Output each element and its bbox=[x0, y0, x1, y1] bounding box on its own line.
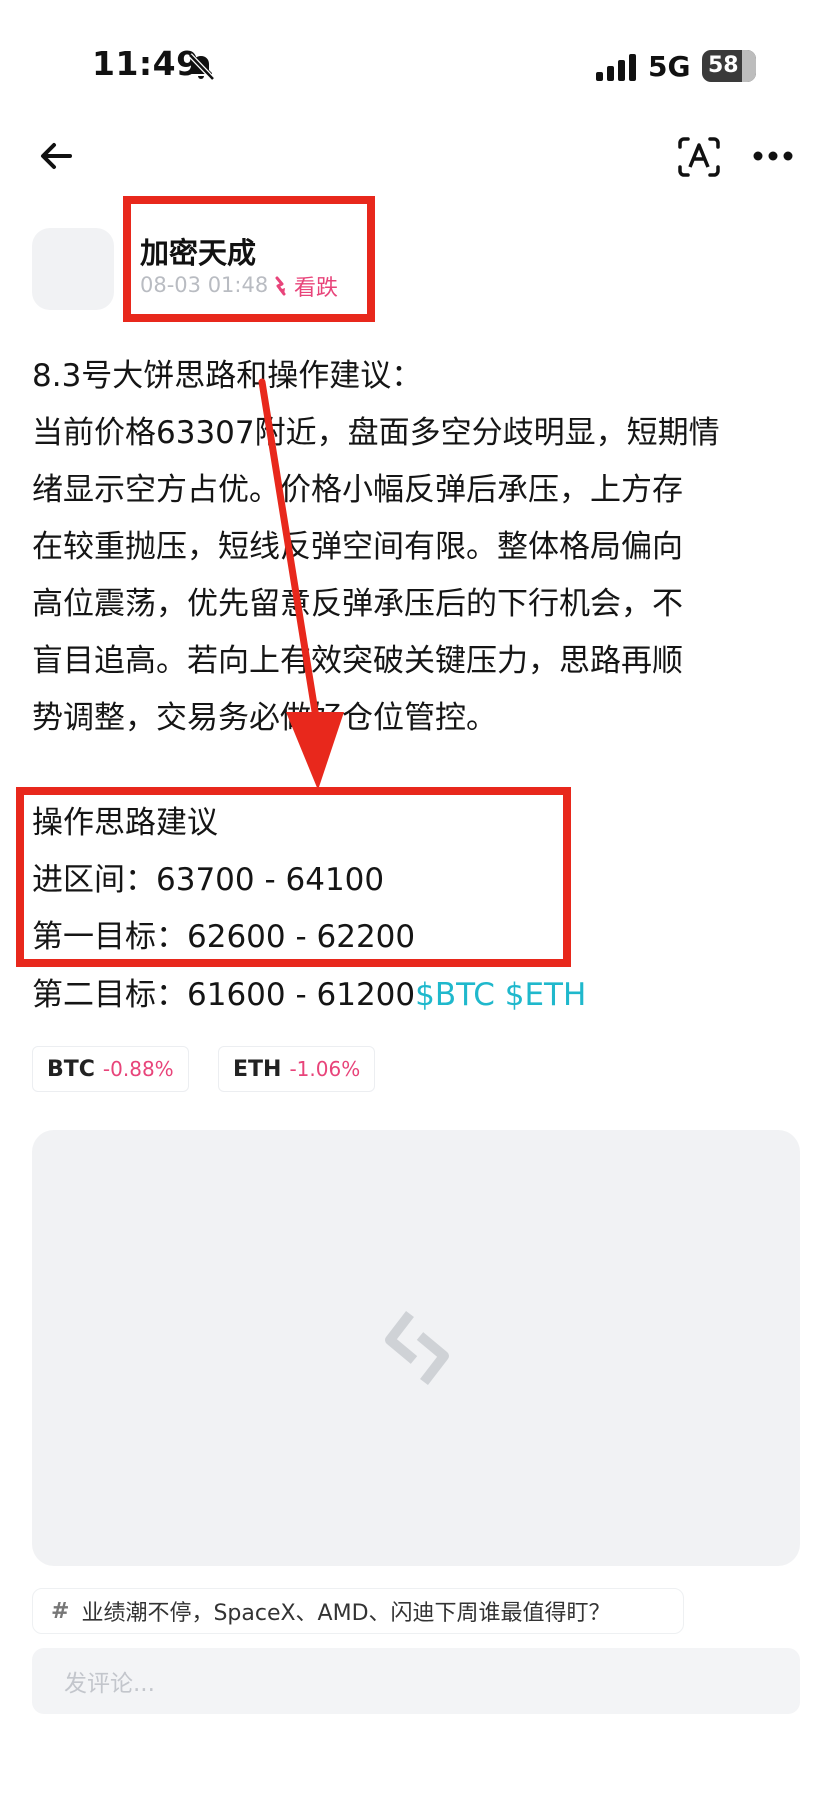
post-line: 势调整，交易务必做好仓位管控。 bbox=[32, 700, 497, 736]
comment-placeholder: 发评论... bbox=[64, 1671, 155, 1697]
network-type: 5G bbox=[648, 50, 691, 83]
post-line: 在较重抛压，短线反弹空间有限。整体格局偏向 bbox=[32, 529, 683, 565]
translate-icon[interactable] bbox=[676, 134, 722, 180]
second-target-line: 第二目标：61600 - 61200$BTC $ETH bbox=[32, 969, 802, 1014]
ticker-change: -0.88% bbox=[102, 1057, 174, 1081]
back-arrow-icon[interactable] bbox=[36, 136, 76, 176]
post-line: 高位震荡，优先留意反弹承压后的下行机会，不 bbox=[32, 586, 683, 622]
post-body: 8.3号大饼思路和操作建议： 当前价格63307附近，盘面多空分歧明显，短期情 … bbox=[32, 348, 802, 747]
brand-logo-icon bbox=[385, 1310, 449, 1386]
avatar[interactable] bbox=[32, 228, 114, 310]
post-line: 当前价格63307附近，盘面多空分歧明显，短期情 bbox=[32, 415, 720, 451]
bell-off-icon bbox=[188, 53, 215, 81]
battery-icon: 58 bbox=[702, 50, 756, 82]
ticker-symbol: ETH bbox=[233, 1056, 282, 1082]
post-line: 绪显示空方占优。价格小幅反弹后承压，上方存 bbox=[32, 472, 683, 508]
annotation-box-author bbox=[123, 196, 375, 322]
hashtag-links[interactable]: $BTC $ETH bbox=[415, 977, 586, 1013]
ticker-symbol: BTC bbox=[47, 1056, 95, 1082]
topic-chip[interactable]: # 业绩潮不停，SpaceX、AMD、闪迪下周谁最值得盯？ bbox=[32, 1588, 684, 1634]
comment-input[interactable]: 发评论... bbox=[32, 1648, 800, 1714]
second-target: 第二目标：61600 - 61200 bbox=[32, 977, 416, 1013]
battery-level: 58 bbox=[708, 53, 739, 78]
hashtag-icon: # bbox=[51, 1598, 70, 1624]
status-time: 11:49 bbox=[92, 44, 200, 83]
more-icon[interactable] bbox=[752, 148, 794, 164]
ticker-chip-btc[interactable]: BTC -0.88% bbox=[32, 1046, 189, 1092]
post-line: 盲目追高。若向上有效突破关键压力，思路再顺 bbox=[32, 643, 683, 679]
topic-text: 业绩潮不停，SpaceX、AMD、闪迪下周谁最值得盯？ bbox=[81, 1601, 611, 1626]
signal-icon bbox=[596, 54, 636, 81]
annotation-box-strategy bbox=[16, 787, 571, 967]
ticker-change: -1.06% bbox=[289, 1057, 361, 1081]
ticker-chip-eth[interactable]: ETH -1.06% bbox=[218, 1046, 376, 1092]
post-line: 8.3号大饼思路和操作建议： bbox=[32, 358, 423, 394]
